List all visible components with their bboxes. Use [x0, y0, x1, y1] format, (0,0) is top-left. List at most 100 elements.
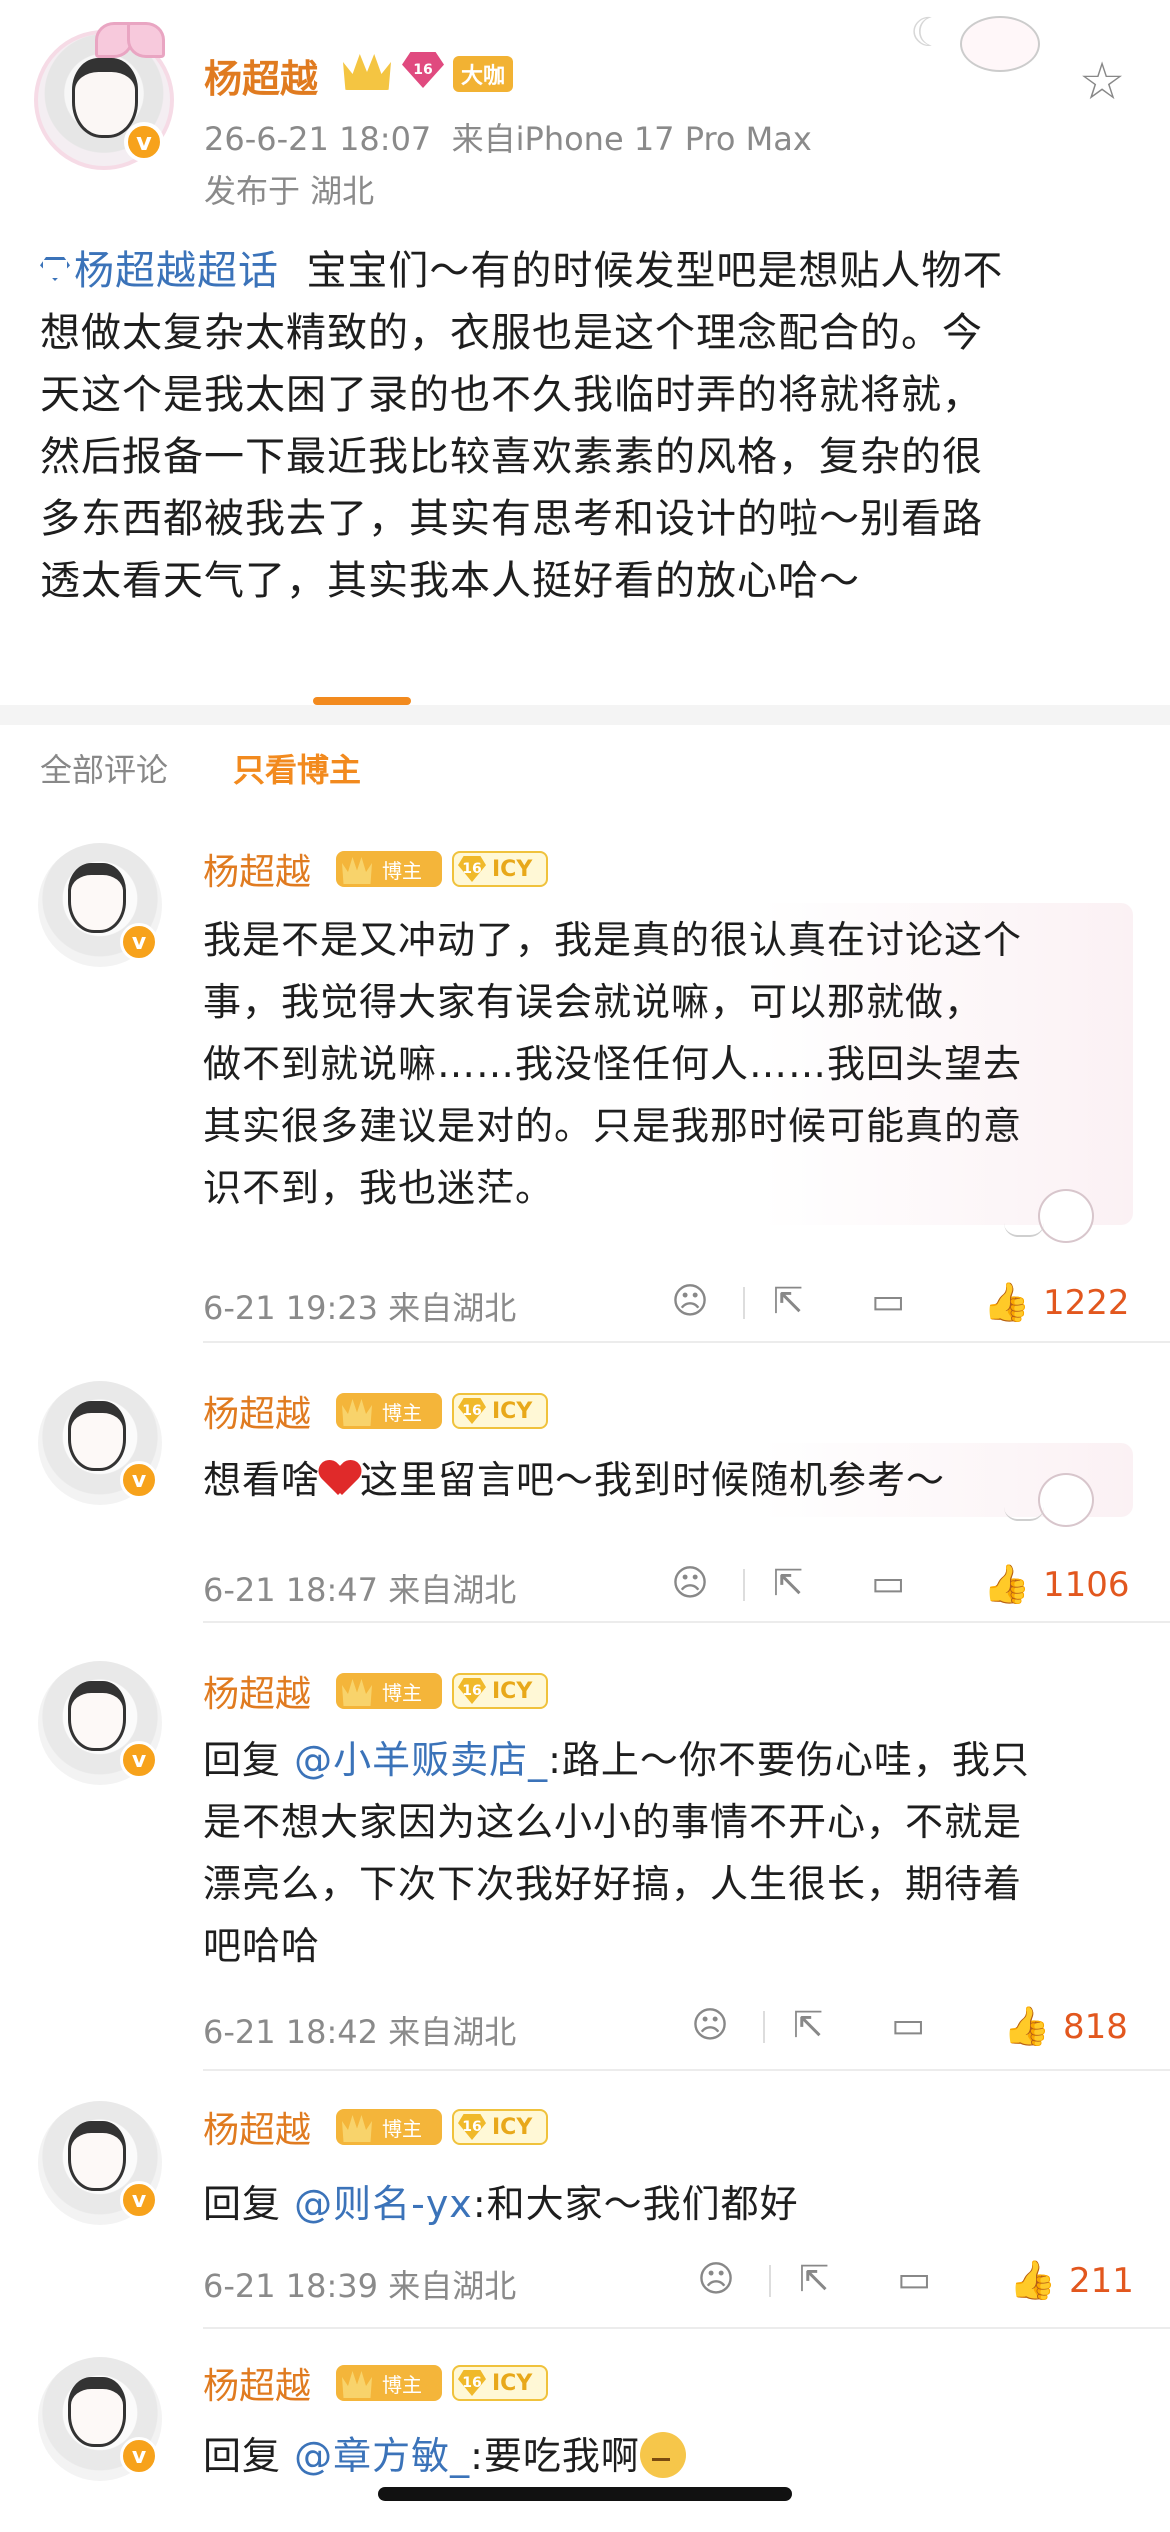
- tab-indicator: [313, 697, 411, 705]
- thumbs-up-icon[interactable]: 👍: [1003, 2003, 1050, 2049]
- reply-prefix: 回复: [203, 1738, 282, 1782]
- moon-icon: ☾: [910, 10, 946, 56]
- commenter-name[interactable]: 杨超越: [203, 2101, 311, 2153]
- fan-badge[interactable]: 大咖: [453, 56, 514, 92]
- cat-sticker-icon: [1004, 1473, 1094, 1529]
- cat-sticker-icon: [960, 16, 1040, 72]
- comment-line: 想看啥: [203, 1458, 321, 1502]
- comment-item: v 杨超越 博主 ICY 回复 @章方敏_:要吃我啊: [0, 2329, 1170, 2532]
- commenter-name[interactable]: 杨超越: [203, 1665, 311, 1717]
- frown-icon[interactable]: ☹: [687, 2003, 733, 2049]
- comment-item: v 杨超越 博主 ICY 回复 @小羊贩卖店_:路上～你不要伤心哇，我只 是不想…: [0, 1623, 1170, 2071]
- topic-diamond-icon: [40, 257, 70, 281]
- post-line: 透太看天气了，其实我本人挺好看的放心哈～: [40, 558, 860, 604]
- commenter-name[interactable]: 杨超越: [203, 1385, 311, 1437]
- topic-label: 杨超越超话: [74, 248, 279, 294]
- frown-icon[interactable]: ☹: [693, 2257, 739, 2303]
- icy-badge: ICY: [452, 851, 548, 887]
- avatar-face: [68, 863, 126, 933]
- post-body: 杨超越超话 宝宝们～有的时候发型吧是想贴人物不 想做太复杂太精致的，衣服也是这个…: [40, 240, 1140, 612]
- comment-line: 这里留言吧～我到时候随机参考～: [360, 1458, 946, 1502]
- post-timestamp: 26-6-21 18:07: [204, 120, 432, 158]
- section-divider: [0, 705, 1170, 725]
- comment-line: :要吃我啊: [470, 2434, 640, 2478]
- verified-badge-icon: v: [120, 1461, 158, 1499]
- comment-line: 我是不是又冲动了，我是真的很认真在讨论这个: [203, 918, 1023, 962]
- diamond-level-icon: 16: [402, 52, 444, 88]
- share-icon[interactable]: ⇱: [765, 1561, 811, 1607]
- blogger-badge: 博主: [336, 1673, 442, 1709]
- comment-time: 6-21 18:42 来自湖北: [203, 2013, 517, 2051]
- mention-link[interactable]: @章方敏_: [294, 2434, 470, 2478]
- comment-line: 是不想大家因为这么小小的事情不开心，不就是: [203, 1800, 1023, 1844]
- share-icon[interactable]: ⇱: [791, 2257, 837, 2303]
- thumbs-up-icon[interactable]: 👍: [983, 1561, 1030, 1607]
- tab-author-only[interactable]: 只看博主: [233, 745, 361, 791]
- frown-icon[interactable]: ☹: [667, 1561, 713, 1607]
- icy-badge: ICY: [452, 2109, 548, 2145]
- blogger-badge: 博主: [336, 1393, 442, 1429]
- comment-item: v 杨超越 博主 ICY 想看啥这里留言吧～我到时候随机参考～ 6-21 18:…: [0, 1343, 1170, 1623]
- comment-line: 做不到就说嘛……我没怪任何人……我回头望去: [203, 1042, 1023, 1086]
- comment-footer: 6-21 18:42 来自湖北 ☹ ⇱ ▭ 👍 818: [203, 2003, 1133, 2053]
- icy-badge: ICY: [452, 1673, 548, 1709]
- commenter-avatar[interactable]: v: [38, 2101, 162, 2225]
- footer-separator: [743, 1287, 745, 1319]
- comment-time: 6-21 19:23 来自湖北: [203, 1289, 517, 1327]
- commenter-name[interactable]: 杨超越: [203, 843, 311, 895]
- comment-text: 回复 @则名-yx:和大家～我们都好: [203, 2167, 1133, 2241]
- like-count: 1106: [1043, 1565, 1130, 1605]
- post-line: 天这个是我太困了录的也不久我临时弄的将就将就，: [40, 372, 983, 418]
- comment-line: :路上～你不要伤心哇，我只: [548, 1738, 1030, 1782]
- comment-line: 识不到，我也迷茫。: [203, 1166, 555, 1210]
- share-icon[interactable]: ⇱: [785, 2003, 831, 2049]
- mention-link[interactable]: @小羊贩卖店_: [294, 1738, 548, 1782]
- avatar-face: [72, 58, 138, 138]
- like-count: 211: [1069, 2261, 1134, 2301]
- decoration-sticker: ☾: [880, 6, 1060, 76]
- commenter-avatar[interactable]: v: [38, 843, 162, 967]
- home-indicator[interactable]: [378, 2487, 792, 2501]
- thinking-emoji-icon: [639, 2431, 686, 2478]
- cat-sticker-icon: [1004, 1189, 1094, 1245]
- comment-text: 我是不是又冲动了，我是真的很认真在讨论这个 事，我觉得大家有误会就说嘛，可以那就…: [203, 903, 1133, 1225]
- heart-emoji-icon: [320, 1461, 360, 1497]
- comment-text: 回复 @小羊贩卖店_:路上～你不要伤心哇，我只 是不想大家因为这么小小的事情不开…: [203, 1723, 1133, 1983]
- comment-time: 6-21 18:47 来自湖北: [203, 1571, 517, 1609]
- verified-badge-icon: v: [120, 2181, 158, 2219]
- commenter-avatar[interactable]: v: [38, 1381, 162, 1505]
- post-line: 多东西都被我去了，其实有思考和设计的啦～别看路: [40, 496, 983, 542]
- post-line: 然后报备一下最近我比较喜欢素素的风格，复杂的很: [40, 434, 983, 480]
- comment-icon[interactable]: ▭: [891, 2257, 937, 2303]
- mention-link[interactable]: @则名-yx: [294, 2182, 473, 2226]
- reply-prefix: 回复: [203, 2182, 282, 2226]
- comment-icon[interactable]: ▭: [885, 2003, 931, 2049]
- diamond-level-number: 16: [413, 62, 433, 78]
- post-line: 宝宝们～有的时候发型吧是想贴人物不: [306, 248, 1004, 294]
- icy-badge: ICY: [452, 1393, 548, 1429]
- thumbs-up-icon[interactable]: 👍: [1009, 2257, 1056, 2303]
- comment-time: 6-21 18:39 来自湖北: [203, 2267, 517, 2305]
- post-meta: 26-6-21 18:07 来自iPhone 17 Pro Max: [204, 114, 812, 160]
- star-icon[interactable]: ☆: [1076, 56, 1128, 108]
- comment-footer: 6-21 18:39 来自湖北 ☹ ⇱ ▭ 👍 211: [203, 2257, 1134, 2307]
- verified-badge-icon: v: [120, 923, 158, 961]
- commenter-avatar[interactable]: v: [38, 2357, 162, 2481]
- avatar-face: [68, 2121, 126, 2191]
- commenter-name[interactable]: 杨超越: [203, 2357, 311, 2409]
- topic-link[interactable]: 杨超越超话: [40, 248, 279, 294]
- like-count: 818: [1063, 2007, 1128, 2047]
- comment-icon[interactable]: ▭: [865, 1279, 911, 1325]
- footer-separator: [763, 2011, 765, 2043]
- frown-icon[interactable]: ☹: [667, 1279, 713, 1325]
- tab-all-comments[interactable]: 全部评论: [40, 745, 168, 791]
- comment-icon[interactable]: ▭: [865, 1561, 911, 1607]
- weibo-post: ☾ v 杨超越 16 大咖 26-6-21 18:07 来自iPhone 17 …: [0, 0, 1170, 705]
- blogger-badge: 博主: [336, 2109, 442, 2145]
- author-name[interactable]: 杨超越: [204, 48, 318, 103]
- commenter-avatar[interactable]: v: [38, 1661, 162, 1785]
- blogger-badge: 博主: [336, 2365, 442, 2401]
- share-icon[interactable]: ⇱: [765, 1279, 811, 1325]
- comment-line: 漂亮么，下次下次我好好搞，人生很长，期待着: [203, 1862, 1023, 1906]
- thumbs-up-icon[interactable]: 👍: [983, 1279, 1030, 1325]
